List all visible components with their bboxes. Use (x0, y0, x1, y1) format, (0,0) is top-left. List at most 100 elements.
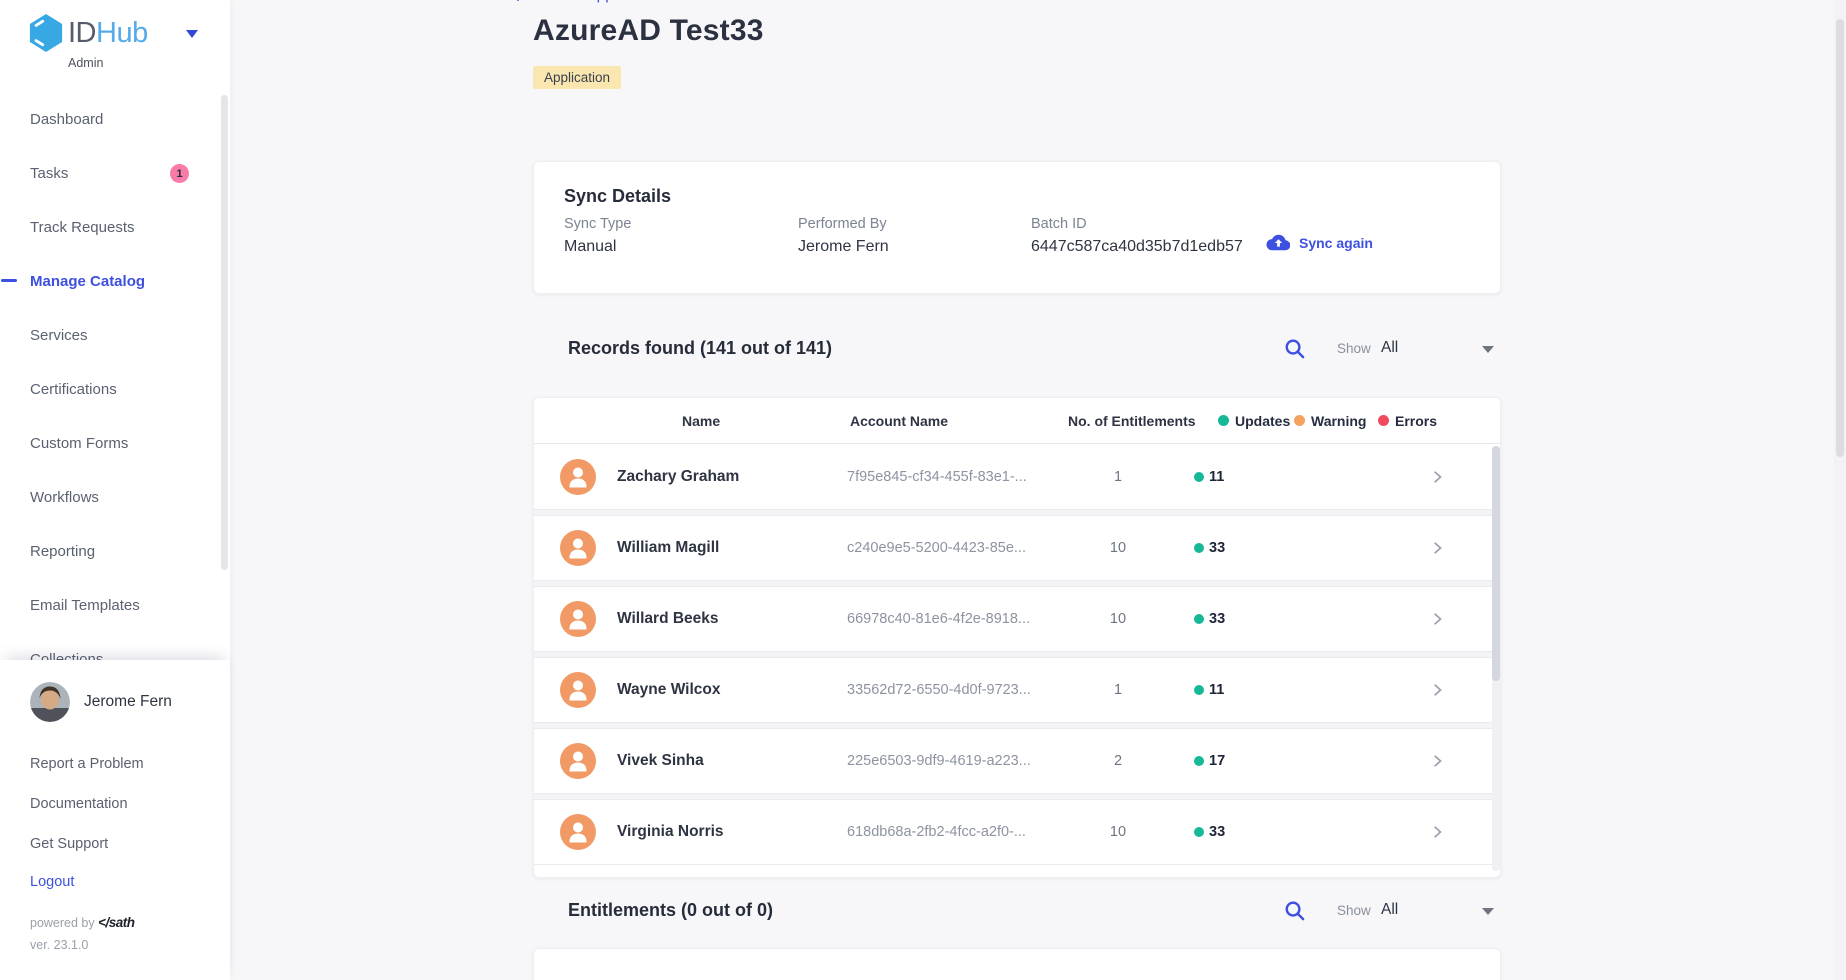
column-account-name: Account Name (850, 413, 948, 429)
sidebar-item-dashboard[interactable]: Dashboard (0, 92, 230, 146)
sidebar-item-label: Custom Forms (30, 435, 128, 452)
sidebar-item-label: Dashboard (30, 111, 103, 128)
record-name: Willard Beeks (617, 610, 719, 628)
legend-errors: Errors (1378, 413, 1437, 429)
sidebar-scrollbar[interactable] (221, 95, 228, 570)
updates-count: 17 (1209, 753, 1225, 769)
chevron-right-icon[interactable] (1430, 754, 1444, 768)
panel-link-report-a-problem[interactable]: Report a Problem (30, 756, 144, 772)
table-row[interactable]: Virginia Norris 618db68a-2fb2-4fcc-a2f0-… (534, 799, 1492, 865)
sidebar-item-reporting[interactable]: Reporting (0, 524, 230, 578)
table-row[interactable]: William Magill c240e9e5-5200-4423-85e...… (534, 515, 1492, 581)
updates-dot-icon (1194, 685, 1204, 695)
updates-count: 11 (1209, 682, 1224, 698)
sync-again-button[interactable]: Sync again (1266, 234, 1373, 251)
sidebar-item-workflows[interactable]: Workflows (0, 470, 230, 524)
legend-label: Warning (1311, 413, 1366, 429)
column-name: Name (682, 413, 720, 429)
record-updates: 11 (1194, 682, 1224, 698)
sync-field-performed-by: Performed ByJerome Fern (798, 216, 889, 256)
entitlements-search-icon[interactable] (1283, 899, 1306, 927)
record-entitlements-count: 10 (1068, 824, 1168, 840)
application-badge: Application (533, 66, 621, 89)
select-caret-icon (1482, 346, 1494, 353)
legend-label: Updates (1235, 413, 1290, 429)
sidebar-item-label: Workflows (30, 489, 99, 506)
count-badge: 1 (170, 164, 189, 183)
legend-warning: Warning (1294, 413, 1366, 429)
panel-link-logout[interactable]: Logout (30, 874, 74, 890)
chevron-right-icon[interactable] (1430, 825, 1444, 839)
user-panel: Jerome Fern Report a Problem Documentatio… (0, 660, 230, 980)
powered-by: powered by </sath (30, 915, 135, 930)
field-value: Manual (564, 238, 631, 256)
records-search-icon[interactable] (1283, 337, 1306, 365)
sidebar-nav: Dashboard Tasks 1 Track Requests Manage … (0, 92, 230, 686)
records-title: Records found (141 out of 141) (568, 338, 832, 359)
chevron-right-icon[interactable] (1430, 612, 1444, 626)
records-table-body: Zachary Graham 7f95e845-cf34-455f-83e1-.… (534, 444, 1492, 865)
table-row[interactable]: Wayne Wilcox 33562d72-6550-4d0f-9723... … (534, 657, 1492, 723)
role-label: Admin (68, 56, 103, 70)
sidebar-item-certifications[interactable]: Certifications (0, 362, 230, 416)
sidebar-item-track-requests[interactable]: Track Requests (0, 200, 230, 254)
sath-logo: </sath (98, 915, 134, 930)
show-value: All (1381, 901, 1398, 919)
field-value: 6447c587ca40d35b7d1edb57 (1031, 238, 1243, 256)
record-entitlements-count: 2 (1068, 753, 1168, 769)
user-row[interactable]: Jerome Fern (30, 682, 172, 722)
updates-dot-icon (1194, 614, 1204, 624)
record-account-name: 7f95e845-cf34-455f-83e1-... (847, 469, 1027, 485)
sidebar-item-label: Reporting (30, 543, 95, 560)
records-show-select[interactable]: Show All (1337, 330, 1497, 370)
sidebar-item-custom-forms[interactable]: Custom Forms (0, 416, 230, 470)
updates-count: 33 (1209, 824, 1225, 840)
sidebar-item-email-templates[interactable]: Email Templates (0, 578, 230, 632)
person-avatar-icon (560, 459, 596, 495)
chevron-down-icon[interactable] (186, 30, 198, 38)
entitlements-show-select[interactable]: Show All (1337, 892, 1497, 932)
updates-dot-icon (1194, 543, 1204, 553)
record-updates: 17 (1194, 753, 1225, 769)
show-label: Show (1337, 341, 1371, 356)
back-link[interactable]: Back to applications detail (510, 0, 711, 4)
show-value: All (1381, 339, 1398, 357)
panel-link-documentation[interactable]: Documentation (30, 796, 128, 812)
record-account-name: 33562d72-6550-4d0f-9723... (847, 682, 1031, 698)
sidebar-item-tasks[interactable]: Tasks 1 (0, 146, 230, 200)
table-row[interactable]: Zachary Graham 7f95e845-cf34-455f-83e1-.… (534, 444, 1492, 510)
table-row[interactable]: Willard Beeks 66978c40-81e6-4f2e-8918...… (534, 586, 1492, 652)
record-entitlements-count: 10 (1068, 611, 1168, 627)
entitlements-title: Entitlements (0 out of 0) (568, 900, 773, 921)
record-entitlements-count: 10 (1068, 540, 1168, 556)
legend-label: Errors (1395, 413, 1437, 429)
logo-text-id: ID (68, 17, 96, 49)
record-entitlements-count: 1 (1068, 682, 1168, 698)
records-table-header: Name Account Name No. of Entitlements Up… (534, 398, 1500, 444)
sidebar-item-label: Certifications (30, 381, 117, 398)
sidebar: IDHub Admin Dashboard Tasks 1 Track Requ… (0, 0, 230, 980)
select-caret-icon (1482, 908, 1494, 915)
sidebar-item-label: Track Requests (30, 219, 134, 236)
updates-dot-icon (1194, 827, 1204, 837)
chevron-right-icon[interactable] (1430, 541, 1444, 555)
errors-dot-icon (1378, 415, 1389, 426)
sidebar-item-services[interactable]: Services (0, 308, 230, 362)
sidebar-item-manage-catalog[interactable]: Manage Catalog (0, 254, 230, 308)
sync-again-label: Sync again (1299, 235, 1373, 251)
table-scrollbar[interactable] (1492, 446, 1500, 681)
table-row[interactable]: Vivek Sinha 225e6503-9df9-4619-a223... 2… (534, 728, 1492, 794)
sidebar-item-label: Services (30, 327, 88, 344)
chevron-right-icon[interactable] (1430, 470, 1444, 484)
record-updates: 33 (1194, 824, 1225, 840)
panel-link-get-support[interactable]: Get Support (30, 836, 108, 852)
sync-field-batch-id: Batch ID6447c587ca40d35b7d1edb57 (1031, 216, 1243, 256)
field-value: Jerome Fern (798, 238, 889, 256)
chevron-right-icon[interactable] (1430, 683, 1444, 697)
page-scrollbar[interactable] (1836, 19, 1844, 457)
arrow-left-icon (510, 0, 524, 2)
logo-text-hub: Hub (96, 17, 148, 49)
sync-details-title: Sync Details (564, 186, 671, 207)
record-updates: 33 (1194, 611, 1225, 627)
person-avatar-icon (560, 814, 596, 850)
